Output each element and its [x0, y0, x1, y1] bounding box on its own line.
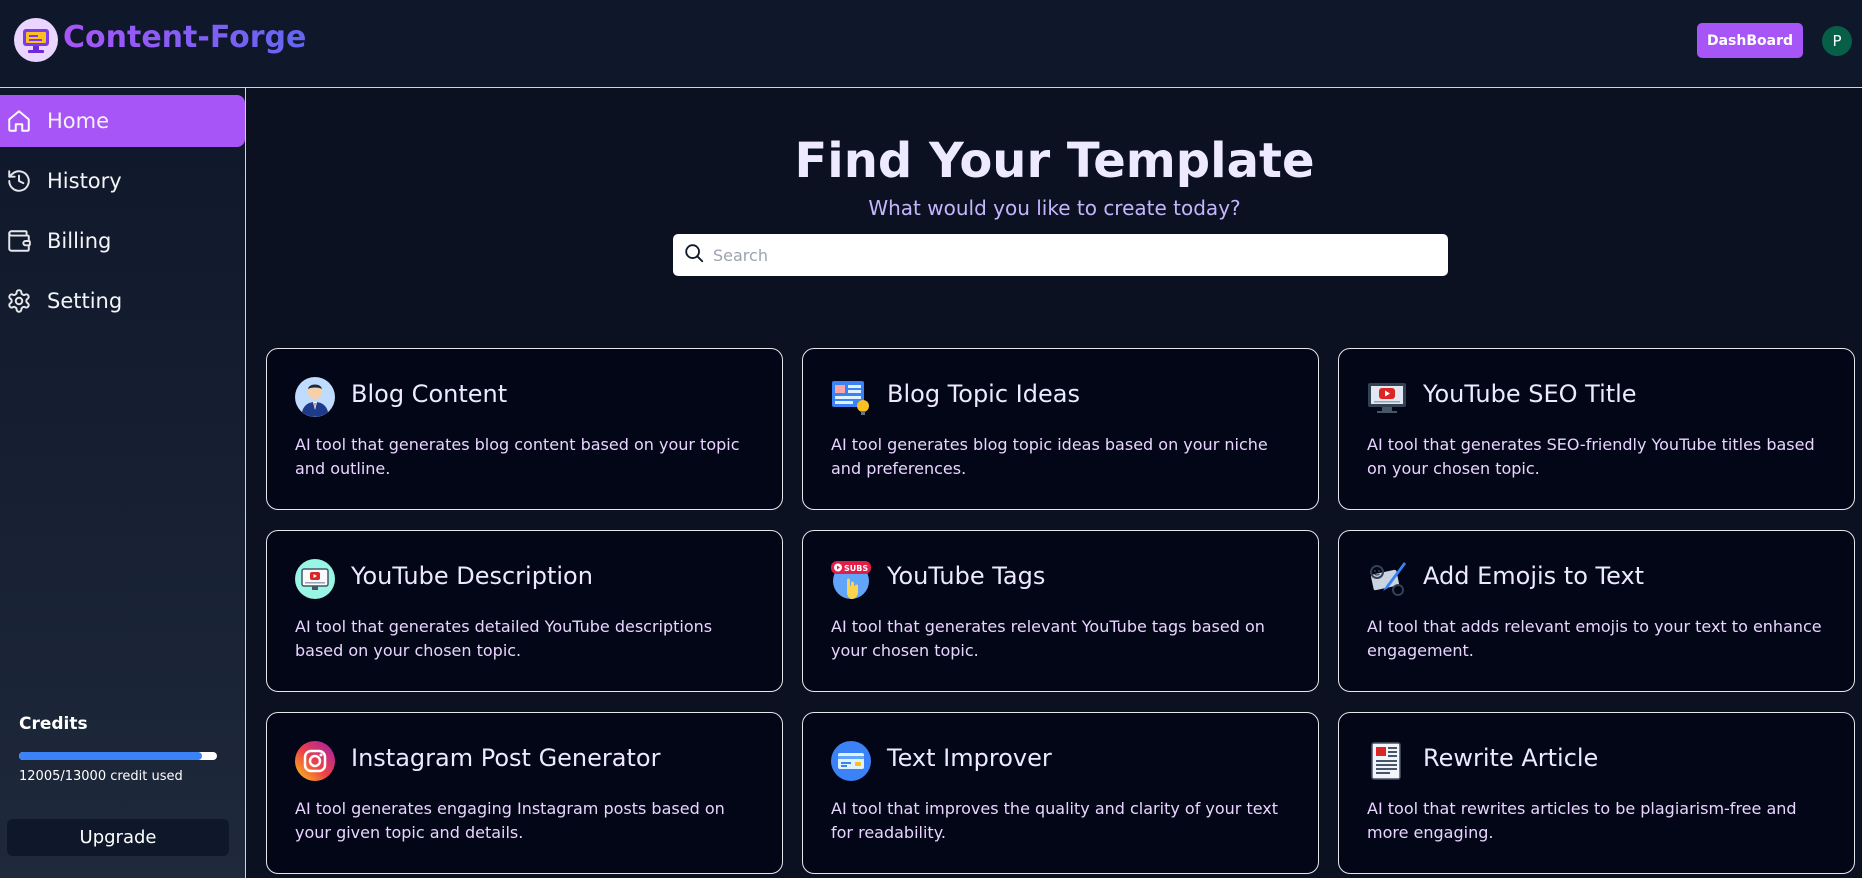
- template-card-instagram-post-generator[interactable]: Instagram Post Generator AI tool generat…: [266, 712, 783, 874]
- sidebar-item-home[interactable]: Home: [0, 95, 245, 147]
- monitor-play-icon: [1366, 376, 1408, 418]
- sidebar-item-label: Home: [47, 109, 110, 133]
- template-title: YouTube Description: [351, 562, 593, 590]
- template-title: YouTube Tags: [887, 562, 1046, 590]
- credits-progress-fill: [19, 752, 202, 760]
- template-description: AI tool that improves the quality and cl…: [831, 799, 1279, 842]
- sidebar-item-billing[interactable]: Billing: [0, 215, 245, 267]
- history-icon: [4, 166, 34, 196]
- person-avatar-icon: [294, 376, 336, 418]
- template-title: Add Emojis to Text: [1423, 562, 1645, 590]
- template-description: AI tool generates blog topic ideas based…: [831, 435, 1268, 478]
- template-description: AI tool that adds relevant emojis to you…: [1367, 617, 1822, 660]
- subscribe-icon: SUBS: [830, 558, 872, 600]
- template-title: YouTube SEO Title: [1423, 380, 1637, 408]
- app-logo-icon[interactable]: [14, 18, 58, 62]
- template-card-text-improver[interactable]: Text Improver AI tool that improves the …: [802, 712, 1319, 874]
- card-text-icon: [830, 740, 872, 782]
- template-title: Blog Content: [351, 380, 508, 408]
- template-title: Instagram Post Generator: [351, 744, 661, 772]
- sidebar-item-label: History: [47, 169, 122, 193]
- template-title: Text Improver: [887, 744, 1052, 772]
- main-content: Find Your Template What would you like t…: [247, 89, 1862, 878]
- template-description: AI tool that rewrites articles to be pla…: [1367, 799, 1797, 842]
- sidebar: Home History Billing Setting Credits 120…: [0, 88, 246, 878]
- template-card-youtube-description[interactable]: YouTube Description AI tool that generat…: [266, 530, 783, 692]
- template-title: Blog Topic Ideas: [887, 380, 1080, 408]
- template-card-add-emojis-to-text[interactable]: Add Emojis to Text AI tool that adds rel…: [1338, 530, 1855, 692]
- template-description: AI tool that generates blog content base…: [295, 435, 740, 478]
- template-description: AI tool that generates relevant YouTube …: [831, 617, 1265, 660]
- gear-icon: [4, 286, 34, 316]
- template-card-blog-content[interactable]: Blog Content AI tool that generates blog…: [266, 348, 783, 510]
- page-subtitle: What would you like to create today?: [868, 196, 1241, 220]
- brand-name[interactable]: Content-Forge: [63, 20, 306, 55]
- search-input[interactable]: [713, 245, 1433, 265]
- wallet-icon: [4, 226, 34, 256]
- search-bar[interactable]: [673, 234, 1448, 276]
- credits-title: Credits: [19, 714, 88, 734]
- template-card-rewrite-article[interactable]: Rewrite Article AI tool that rewrites ar…: [1338, 712, 1855, 874]
- dashboard-button[interactable]: DashBoard: [1697, 23, 1803, 58]
- template-card-blog-topic-ideas[interactable]: Blog Topic Ideas AI tool generates blog …: [802, 348, 1319, 510]
- sidebar-item-setting[interactable]: Setting: [0, 275, 245, 327]
- page-title: Find Your Template: [794, 133, 1315, 189]
- video-screen-icon: [294, 558, 336, 600]
- sidebar-item-history[interactable]: History: [0, 155, 245, 207]
- template-description: AI tool that generates detailed YouTube …: [295, 617, 713, 660]
- credits-usage-text: 12005/13000 credit used: [19, 769, 183, 784]
- idea-board-icon: [830, 376, 872, 418]
- sidebar-item-label: Setting: [47, 289, 123, 313]
- instagram-icon: [294, 740, 336, 782]
- newspaper-icon: [1366, 740, 1408, 782]
- template-card-youtube-tags[interactable]: SUBS YouTube Tags AI tool that generates…: [802, 530, 1319, 692]
- template-card-youtube-seo-title[interactable]: YouTube SEO Title AI tool that generates…: [1338, 348, 1855, 510]
- sidebar-item-label: Billing: [47, 229, 112, 253]
- template-description: AI tool that generates SEO-friendly YouT…: [1367, 435, 1815, 478]
- svg-text:SUBS: SUBS: [844, 564, 868, 573]
- emoji-pen-icon: [1366, 558, 1408, 600]
- template-title: Rewrite Article: [1423, 744, 1599, 772]
- credits-progress-bar: [19, 752, 217, 760]
- home-icon: [4, 106, 34, 136]
- upgrade-button[interactable]: Upgrade: [7, 819, 229, 856]
- template-description: AI tool generates engaging Instagram pos…: [295, 799, 725, 842]
- top-header: Content-Forge DashBoard P: [0, 0, 1862, 88]
- search-icon: [683, 242, 705, 268]
- user-avatar[interactable]: P: [1822, 26, 1852, 56]
